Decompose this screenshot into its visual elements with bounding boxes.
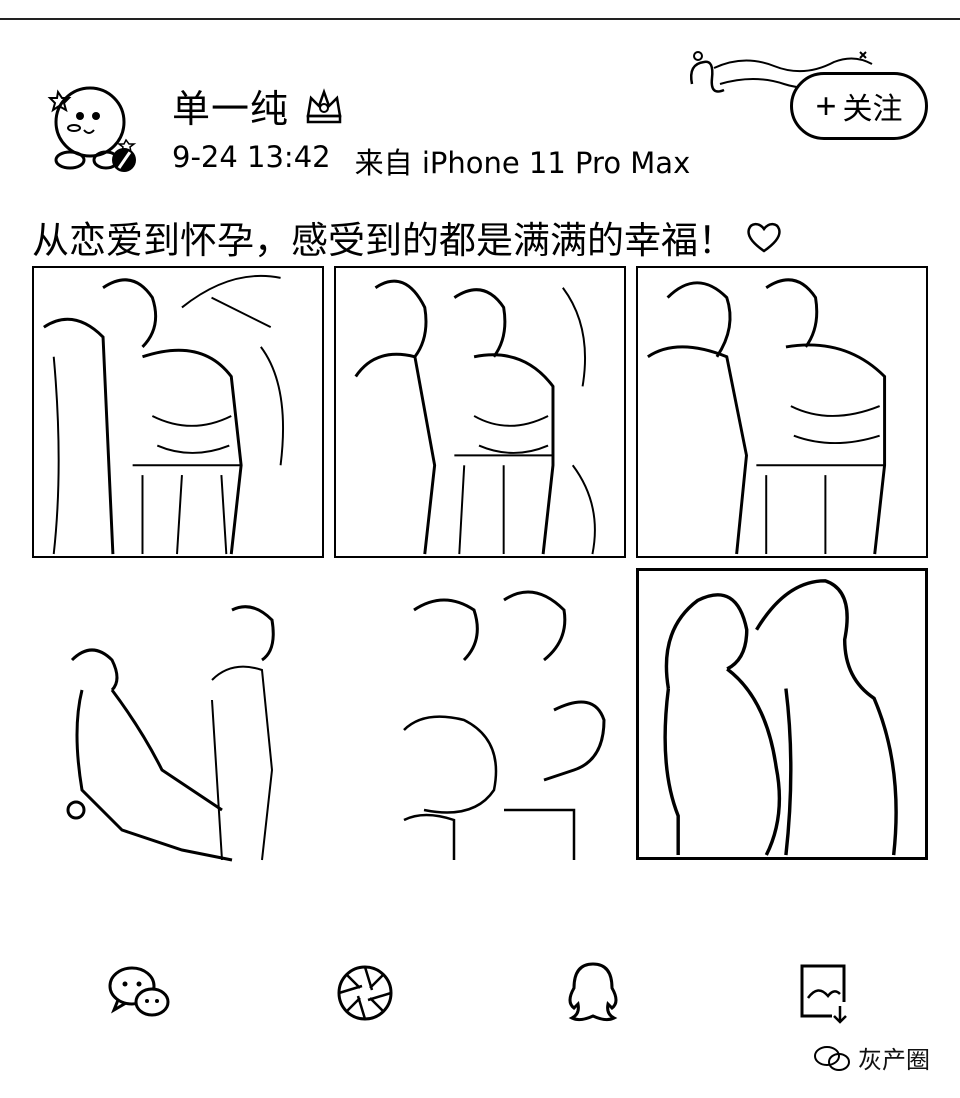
- qq-icon: [568, 962, 618, 1022]
- photo-1-image: [43, 274, 285, 555]
- user-name[interactable]: 单一纯: [172, 78, 289, 133]
- post-meta: 9-24 13:42 来自 iPhone 11 Pro Max: [172, 140, 690, 182]
- wechat-channel-icon: [814, 1045, 850, 1071]
- watermark: 灰产圈: [812, 1040, 930, 1075]
- photo-3[interactable]: [636, 266, 928, 558]
- watermark-text: 灰产圈: [858, 1046, 930, 1074]
- follow-button[interactable]: + 关注: [790, 72, 928, 140]
- status-divider: [0, 18, 960, 20]
- avatar-image: [47, 86, 137, 172]
- photo-5-image: [403, 590, 606, 860]
- share-moments-button[interactable]: [330, 958, 400, 1028]
- moments-icon: [337, 965, 393, 1021]
- heart-icon: [747, 222, 781, 253]
- photo-2[interactable]: [334, 266, 626, 558]
- photo-4-image: [66, 605, 275, 862]
- photo-6[interactable]: [636, 568, 928, 860]
- photo-4[interactable]: [32, 570, 324, 862]
- crown-icon: [306, 87, 342, 123]
- post-time: 9-24 13:42: [172, 140, 331, 174]
- photo-6-image: [663, 579, 898, 856]
- wechat-icon: [108, 966, 170, 1017]
- photo-2-image: [354, 279, 596, 555]
- avatar[interactable]: [44, 76, 148, 180]
- photo-1[interactable]: [32, 266, 324, 558]
- share-bar: [0, 958, 960, 1028]
- plus-icon: +: [815, 85, 837, 126]
- share-qq-button[interactable]: [558, 958, 628, 1028]
- photo-5[interactable]: [334, 570, 626, 862]
- post-source: 来自 iPhone 11 Pro Max: [354, 146, 691, 180]
- photo-3-image: [647, 278, 887, 555]
- share-wechat-button[interactable]: [104, 958, 174, 1028]
- follow-label: 关注: [842, 93, 903, 126]
- post-text: 从恋爱到怀孕，感受到的都是满满的幸福！: [32, 210, 783, 264]
- post-body: 从恋爱到怀孕，感受到的都是满满的幸福！: [32, 219, 735, 262]
- save-image-icon: [800, 964, 847, 1024]
- save-image-button[interactable]: [788, 958, 858, 1028]
